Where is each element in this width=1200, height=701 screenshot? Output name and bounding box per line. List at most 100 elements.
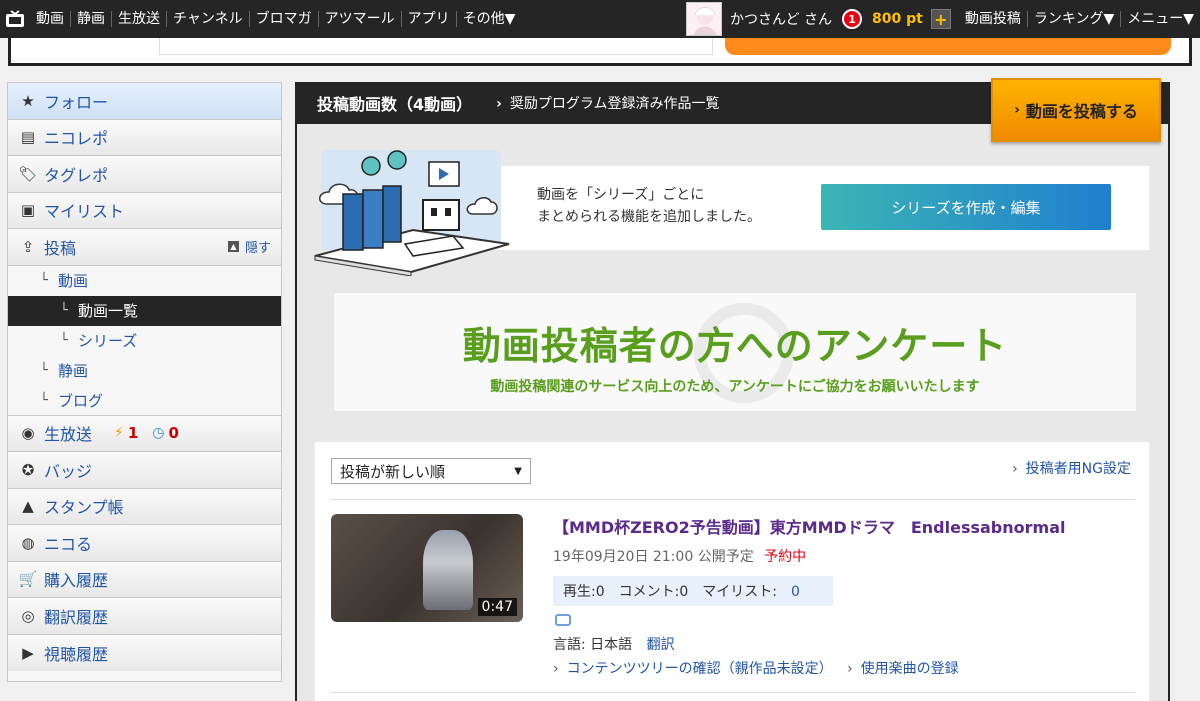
series-description-line2: まとめられる機能を追加しました。 [537,209,761,225]
mylist-count: マイリスト: 0 [702,581,814,601]
nav-link-ranking[interactable]: ランキング▼ [1028,11,1122,27]
upload-icon: ⇪ [21,237,35,256]
sidebar-item-label: バッジ [44,461,93,481]
sidebar-item-nicoru[interactable]: ◍ ニコる [8,525,281,562]
video-publish-date: 19年09月20日 21:00 公開予定 [553,549,754,565]
nav-link-video[interactable]: 動画 [30,11,71,27]
star-icon: ★ [21,91,35,110]
sidebar-item-label: タグレポ [44,165,109,185]
video-title-link[interactable]: 【MMD杯ZERO2予告動画】東方MMDドラマ Endlessabnormal [553,514,1065,538]
comment-count: コメント:0 [618,584,689,600]
nav-link-other[interactable]: その他▼ [457,11,522,27]
translate-link[interactable]: 翻訳 [647,637,675,653]
video-date-row: 19年09月20日 21:00 公開予定 予約中 [553,546,806,566]
add-points-button[interactable]: + [930,9,951,29]
hide-toggle[interactable]: ▲ 隠す [227,237,271,257]
sidebar-sub-label: 動画一覧 [78,302,139,320]
nav-link-app[interactable]: アプリ [402,11,457,27]
tree-corner-icon: └ [40,363,48,378]
series-description-line1: 動画を「シリーズ」ごとに [537,187,705,203]
nav-link-channel[interactable]: チャンネル [167,11,250,27]
notification-badge[interactable]: 1 [842,9,863,29]
video-stats: 再生:0 コメント:0 マイリスト: 0 [553,576,833,606]
page-title: 投稿動画数（4動画） [317,95,473,114]
nicoru-icon: ◍ [21,533,35,552]
video-thumbnail[interactable]: 0:47 [331,514,523,622]
tree-corner-icon: └ [40,392,48,408]
top-navbar: 動画 静画 生放送 チャンネル ブロマガ アツマール アプリ その他▼ かつさん… [0,0,1200,38]
sidebar-item-nicorepo[interactable]: ▤ ニコレポ [8,119,281,156]
sort-select-value: 投稿が新しい順 [340,462,446,481]
avatar[interactable] [686,2,723,36]
divider [331,692,1135,693]
nav-link-menu[interactable]: メニュー▼ [1121,11,1200,27]
nav-link-atsumaru[interactable]: アツマール [319,11,402,27]
sidebar-item-label: ニコレポ [44,129,109,149]
nav-link-upload[interactable]: 動画投稿 [959,11,1028,27]
video-list: 投稿が新しい順 投稿者用NG設定 0:47 【MMD杯ZERO2予告動画】東方M… [315,442,1149,701]
hide-label: 隠す [244,241,271,257]
search-bar[interactable] [159,38,713,55]
cart-icon: 🛒 [18,570,38,589]
sidebar-item-label: 生放送 [44,425,93,445]
nav-link-blomaga[interactable]: ブロマガ [250,11,319,27]
history-icon: ▶ [22,643,34,662]
sidebar-item-label: フォロー [44,92,109,112]
live-count-onair: 1 [127,424,139,443]
music-register-link[interactable]: 使用楽曲の登録 [847,661,959,677]
sidebar-item-follow[interactable]: ★ フォロー [8,83,281,120]
sidebar-sub-blog[interactable]: └ ブログ [8,385,281,416]
sidebar-sub-seiga[interactable]: └ 静画 [8,355,281,386]
sidebar-sub-label: ブログ [58,391,104,410]
upload-video-button[interactable]: 動画を投稿する [991,78,1161,142]
survey-banner[interactable]: 動画投稿者の方へのアンケート 動画投稿関連のサービス向上のため、アンケートにご協… [333,292,1137,412]
video-action-links: コンテンツツリーの確認（親作品未設定） 使用楽曲の登録 [553,658,969,678]
create-series-button[interactable]: シリーズを作成・編集 [821,184,1111,230]
sidebar-sub-video-list[interactable]: └ 動画一覧 [8,295,281,326]
video-language: 言語: 日本語 [553,637,633,653]
thumbnail-character [423,530,473,610]
sidebar-item-translate[interactable]: ◎ 翻訳履歴 [8,598,281,635]
sidebar-item-label: スタンプ帳 [44,498,124,518]
mylist-label: マイリスト: [702,584,777,600]
incentive-list-link[interactable]: 奨励プログラム登録済み作品一覧 [496,93,720,113]
upload-video-label: 動画を投稿する [1025,102,1138,121]
tree-corner-icon: └ [60,303,68,318]
sort-select[interactable]: 投稿が新しい順 [331,458,531,484]
nav-link-seiga[interactable]: 静画 [71,11,112,27]
create-series-label: シリーズを作成・編集 [891,198,1041,217]
sidebar-item-purchase[interactable]: 🛒 購入履歴 [8,561,281,598]
niconico-tv-icon[interactable] [0,0,30,38]
series-banner: 動画を「シリーズ」ごとに まとめられる機能を追加しました。 シリーズを作成・編集 [313,144,1149,276]
tag-icon: 🏷 [18,164,38,183]
comment-bubble-icon[interactable] [555,614,571,626]
tree-corner-icon: └ [60,333,68,348]
collapse-icon: ▲ [227,241,239,253]
survey-title: 動画投稿者の方へのアンケート [462,324,1008,368]
main-panel: 投稿動画数（4動画） 奨励プログラム登録済み作品一覧 動画を投稿する [295,78,1170,701]
report-icon: ▤ [20,128,36,147]
sidebar-item-stamp[interactable]: ▲ スタンプ帳 [8,488,281,525]
nav-user-area: かつさんど さん 1 800 pt + 動画投稿 ランキング▼ メニュー▼ [686,0,1200,38]
sidebar-item-tagrepo[interactable]: 🏷 タグレポ [8,156,281,193]
content-tree-link[interactable]: コンテンツツリーの確認（親作品未設定） [553,661,833,677]
sidebar-item-live[interactable]: ◉ 生放送 ⚡ 1 ◷ 0 [8,415,281,452]
sidebar-sub-video[interactable]: └ 動画 [8,265,281,296]
ng-settings-link[interactable]: 投稿者用NG設定 [1012,458,1131,478]
status-badge: 予約中 [764,549,807,565]
stamp-icon: ▲ [22,497,34,516]
sidebar-item-label: 翻訳履歴 [44,607,109,627]
mylist-value[interactable]: 0 [791,584,800,600]
sidebar-item-label: 購入履歴 [44,571,109,591]
sidebar-item-mylist[interactable]: ▣ マイリスト [8,192,281,229]
user-name[interactable]: かつさんど さん [730,9,832,29]
nav-link-live[interactable]: 生放送 [112,11,167,27]
sidebar-sub-series[interactable]: └ シリーズ [8,325,281,356]
sidebar-item-history[interactable]: ▶ 視聴履歴 [8,634,281,671]
sidebar-item-label: 視聴履歴 [44,644,109,664]
sidebar-item-badge[interactable]: ✪ バッジ [8,452,281,489]
series-illustration [314,150,510,276]
sidebar-item-upload[interactable]: ⇪ 投稿 ▲ 隠す [8,229,281,266]
header-banner[interactable] [725,38,1171,55]
mylist-icon: ▣ [20,201,36,220]
